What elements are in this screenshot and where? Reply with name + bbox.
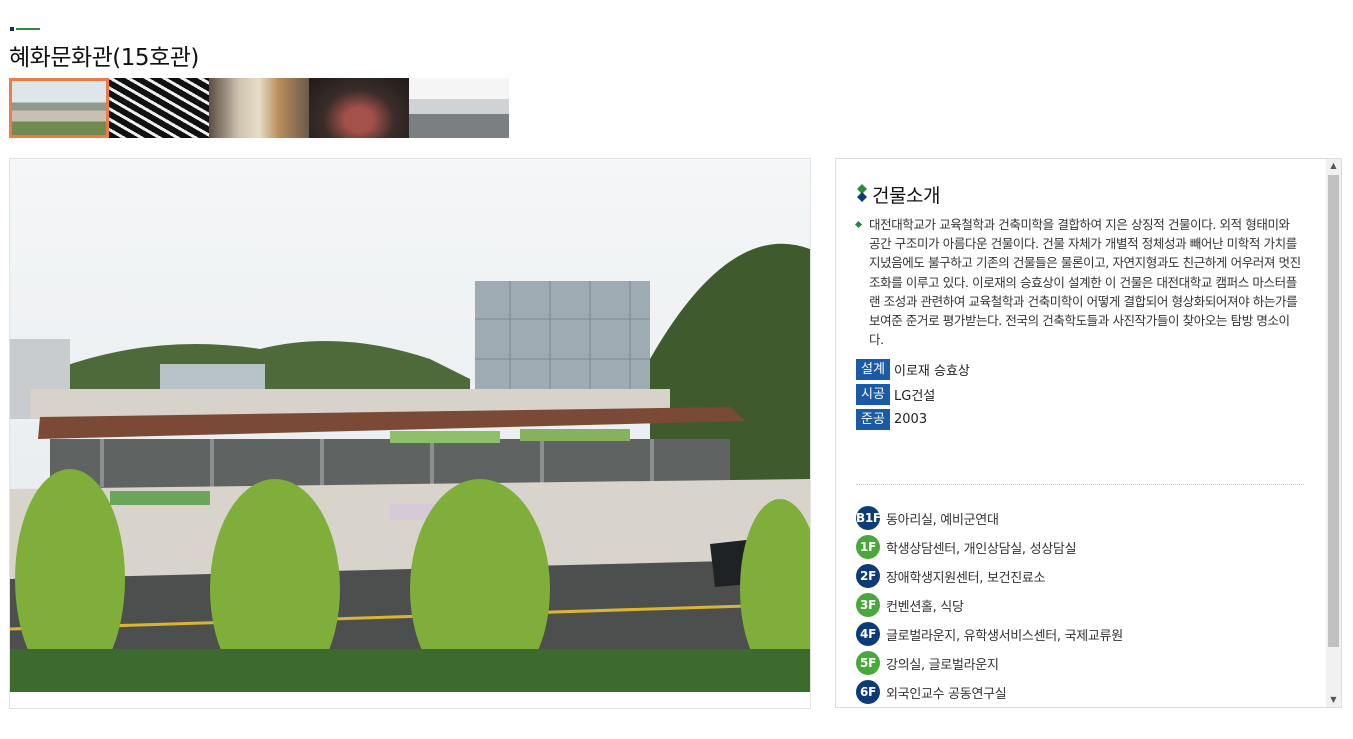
floor-badge: 6F bbox=[856, 680, 880, 704]
building-description: 대전대학교가 교육철학과 건축미학을 결합하여 지은 상징적 건물이다. 외적 … bbox=[854, 215, 1304, 349]
main-photo bbox=[9, 158, 811, 709]
spec-label: 설계 bbox=[856, 359, 890, 380]
floor-item-3f: 3F 컨벤션홀, 식당 bbox=[856, 593, 964, 617]
floor-badge: 2F bbox=[856, 564, 880, 588]
floor-text: 동아리실, 예비군연대 bbox=[886, 512, 999, 528]
building-info-panel: 건물소개 대전대학교가 교육철학과 건축미학을 결합하여 지은 상징적 건물이다… bbox=[835, 158, 1342, 708]
floor-text: 장애학생지원센터, 보건진료소 bbox=[886, 570, 1046, 586]
spec-label: 준공 bbox=[856, 409, 890, 430]
floor-item-2f: 2F 장애학생지원센터, 보건진료소 bbox=[856, 564, 1046, 588]
floor-badge: B1F bbox=[856, 506, 881, 530]
thumbnail-corridor[interactable] bbox=[409, 78, 509, 138]
floor-item-4f: 4F 글로벌라운지, 유학생서비스센터, 국제교류원 bbox=[856, 622, 1123, 646]
building-photo-illustration bbox=[10, 159, 810, 692]
floor-item-6f: 6F 외국인교수 공동연구실 bbox=[856, 680, 1007, 704]
spec-value: 이로재 승효상 bbox=[894, 364, 970, 379]
title-accent-mark bbox=[10, 27, 40, 31]
bullet-icon bbox=[854, 220, 863, 229]
spec-value: LG건설 bbox=[894, 389, 936, 404]
floor-text: 외국인교수 공동연구실 bbox=[886, 686, 1007, 702]
floor-badge: 1F bbox=[856, 535, 880, 559]
thumbnail-theater[interactable] bbox=[309, 78, 409, 138]
description-text: 대전대학교가 교육철학과 건축미학을 결합하여 지은 상징적 건물이다. 외적 … bbox=[869, 217, 1301, 348]
thumbnail-stairs[interactable] bbox=[109, 78, 209, 138]
divider bbox=[856, 484, 1304, 485]
floor-text: 학생상담센터, 개인상담실, 성상담실 bbox=[886, 541, 1077, 557]
floor-item-1f: 1F 학생상담센터, 개인상담실, 성상담실 bbox=[856, 535, 1077, 559]
scrollbar-thumb[interactable] bbox=[1328, 175, 1339, 647]
thumbnail-strip bbox=[9, 78, 509, 138]
spec-construction: 시공 LG건설 bbox=[856, 384, 935, 405]
floor-badge: 3F bbox=[856, 593, 880, 617]
panel-scrollbar[interactable]: ▲ ▼ bbox=[1326, 159, 1341, 707]
floor-badge: 4F bbox=[856, 622, 880, 646]
spec-label: 시공 bbox=[856, 384, 890, 405]
section-title: 건물소개 bbox=[872, 185, 940, 207]
floor-text: 강의실, 글로벌라운지 bbox=[886, 657, 999, 673]
thumbnail-interior-hall[interactable] bbox=[209, 78, 309, 138]
floor-text: 컨벤션홀, 식당 bbox=[886, 599, 964, 615]
page-title: 혜화문화관(15호관) bbox=[9, 45, 199, 71]
spec-design: 설계 이로재 승효상 bbox=[856, 359, 970, 380]
floor-item-5f: 5F 강의실, 글로벌라운지 bbox=[856, 651, 999, 675]
scroll-down-arrow-icon[interactable]: ▼ bbox=[1326, 693, 1341, 707]
thumbnail-exterior[interactable] bbox=[9, 78, 109, 138]
floor-text: 글로벌라운지, 유학생서비스센터, 국제교류원 bbox=[886, 628, 1123, 644]
scroll-up-arrow-icon[interactable]: ▲ bbox=[1326, 159, 1341, 173]
section-diamond-icon bbox=[857, 184, 867, 202]
spec-completion: 준공 2003 bbox=[856, 409, 927, 430]
spec-value: 2003 bbox=[894, 412, 928, 427]
floor-item-b1f: B1F 동아리실, 예비군연대 bbox=[856, 506, 999, 530]
floor-badge: 5F bbox=[856, 651, 880, 675]
